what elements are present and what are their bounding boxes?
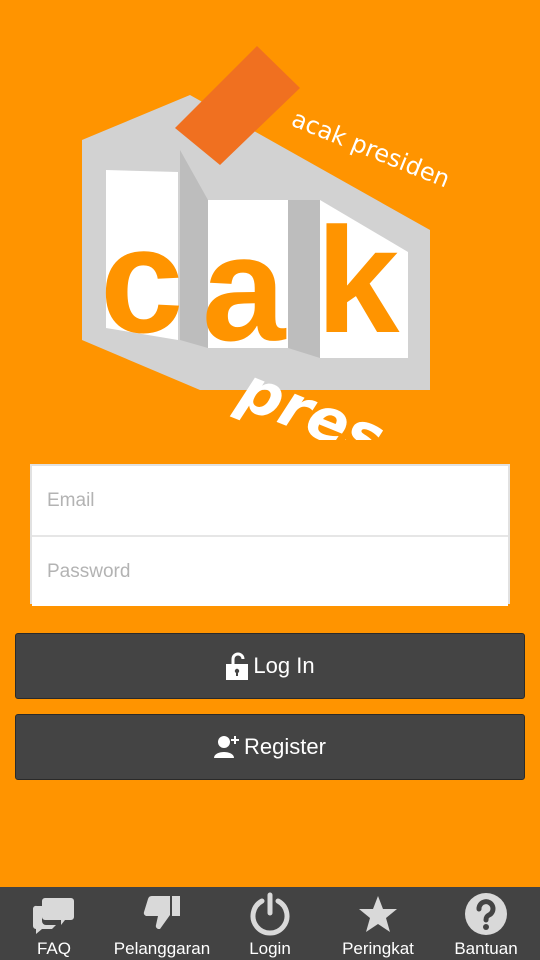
nav-item-bantuan[interactable]: Bantuan <box>432 887 540 960</box>
add-user-icon <box>214 736 240 758</box>
logo-letter-a: a <box>202 204 287 372</box>
logo-letter-c: c <box>100 196 183 364</box>
login-button-label: Log In <box>253 653 315 678</box>
unlock-icon <box>226 652 249 680</box>
nav-label-faq: FAQ <box>36 939 71 958</box>
chat-bubbles-icon <box>33 898 74 934</box>
app-logo: c a k acak presiden pres <box>70 40 454 475</box>
login-form <box>30 464 510 606</box>
register-button[interactable]: Register <box>15 714 525 780</box>
nav-label-bantuan: Bantuan <box>454 939 518 958</box>
thumbs-down-icon <box>143 895 180 930</box>
help-icon <box>465 893 507 935</box>
ballot-box-logo: c a k acak presiden pres <box>82 46 454 475</box>
power-icon <box>250 892 290 936</box>
nav-item-pelanggaran[interactable]: Pelanggaran <box>108 887 216 960</box>
password-field[interactable] <box>32 537 508 606</box>
logo-letter-k: k <box>316 196 400 364</box>
nav-label-pelanggaran: Pelanggaran <box>113 939 211 958</box>
nav-item-peringkat[interactable]: Peringkat <box>324 887 432 960</box>
nav-label-peringkat: Peringkat <box>342 939 414 958</box>
nav-label-login: Login <box>249 939 291 958</box>
star-icon <box>359 896 397 932</box>
nav-item-faq[interactable]: FAQ <box>0 887 108 960</box>
bottom-nav: FAQ Pelanggaran Login Peringkat Bantuan <box>0 887 540 960</box>
nav-item-login[interactable]: Login <box>216 887 324 960</box>
email-field[interactable] <box>32 466 508 535</box>
register-button-label: Register <box>244 734 326 759</box>
login-button[interactable]: Log In <box>15 633 525 699</box>
